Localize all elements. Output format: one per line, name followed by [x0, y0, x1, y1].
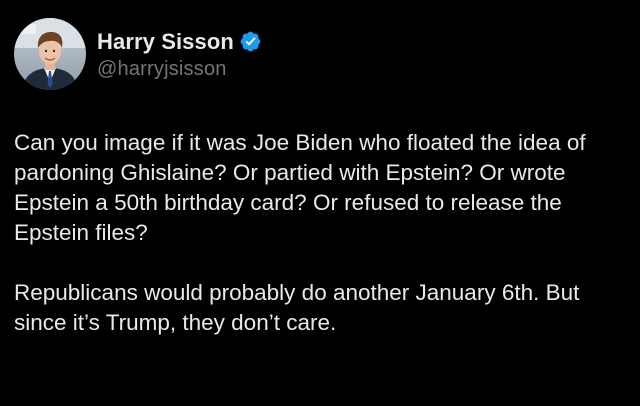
verified-badge-icon — [239, 30, 262, 53]
author-handle[interactable]: @harryjsisson — [97, 58, 262, 81]
name-row: Harry Sisson — [97, 28, 262, 56]
avatar-image — [14, 18, 86, 90]
tweet-header: Harry Sisson @harryjsisson — [14, 16, 262, 92]
tweet: Harry Sisson @harryjsisson Can you image… — [0, 0, 640, 406]
tweet-text: Can you image if it was Joe Biden who fl… — [14, 128, 626, 338]
author-names: Harry Sisson @harryjsisson — [97, 28, 262, 81]
tweet-paragraph: Republicans would probably do another Ja… — [14, 280, 580, 335]
author-display-name[interactable]: Harry Sisson — [97, 29, 234, 55]
avatar[interactable] — [14, 18, 86, 90]
tweet-paragraph: Can you image if it was Joe Biden who fl… — [14, 130, 586, 245]
